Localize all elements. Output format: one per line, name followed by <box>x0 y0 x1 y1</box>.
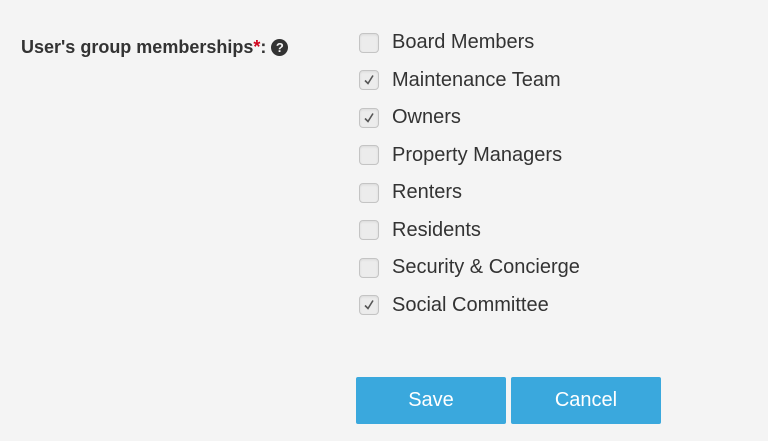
group-option-maintenance-team[interactable]: Maintenance Team <box>359 62 580 100</box>
checkbox-checked[interactable] <box>359 70 379 91</box>
group-option-label: Residents <box>392 218 481 241</box>
group-option-security-concierge[interactable]: Security & Concierge <box>359 249 580 287</box>
group-option-label: Maintenance Team <box>392 68 561 91</box>
cancel-button[interactable]: Cancel <box>511 377 661 424</box>
field-label-text: User's group memberships <box>21 37 254 57</box>
checkbox-unchecked[interactable] <box>359 32 379 53</box>
group-option-residents[interactable]: Residents <box>359 212 580 250</box>
required-asterisk: * <box>253 37 261 57</box>
group-memberships-label: User's group memberships *: ? <box>21 37 289 58</box>
group-checkbox-list: Board Members Maintenance Team Owners Pr… <box>359 24 580 324</box>
group-option-property-managers[interactable]: Property Managers <box>359 137 580 175</box>
group-option-board-members[interactable]: Board Members <box>359 24 580 62</box>
checkbox-unchecked[interactable] <box>359 145 379 166</box>
group-option-label: Renters <box>392 181 463 204</box>
checkbox-checked[interactable] <box>359 295 379 316</box>
checkbox-unchecked[interactable] <box>359 182 379 203</box>
group-option-owners[interactable]: Owners <box>359 99 580 137</box>
label-colon: : <box>260 37 267 57</box>
group-option-renters[interactable]: Renters <box>359 174 580 212</box>
group-option-label: Property Managers <box>392 143 563 166</box>
group-option-label: Board Members <box>392 31 535 54</box>
question-circle-icon[interactable]: ? <box>271 39 289 56</box>
group-option-label: Security & Concierge <box>392 256 580 279</box>
checkbox-unchecked[interactable] <box>359 257 379 278</box>
save-button[interactable]: Save <box>356 377 506 424</box>
group-option-label: Owners <box>392 106 461 129</box>
group-option-label: Social Committee <box>392 293 549 316</box>
checkbox-checked[interactable] <box>359 107 379 128</box>
group-option-social-committee[interactable]: Social Committee <box>359 287 580 325</box>
checkbox-unchecked[interactable] <box>359 220 379 241</box>
